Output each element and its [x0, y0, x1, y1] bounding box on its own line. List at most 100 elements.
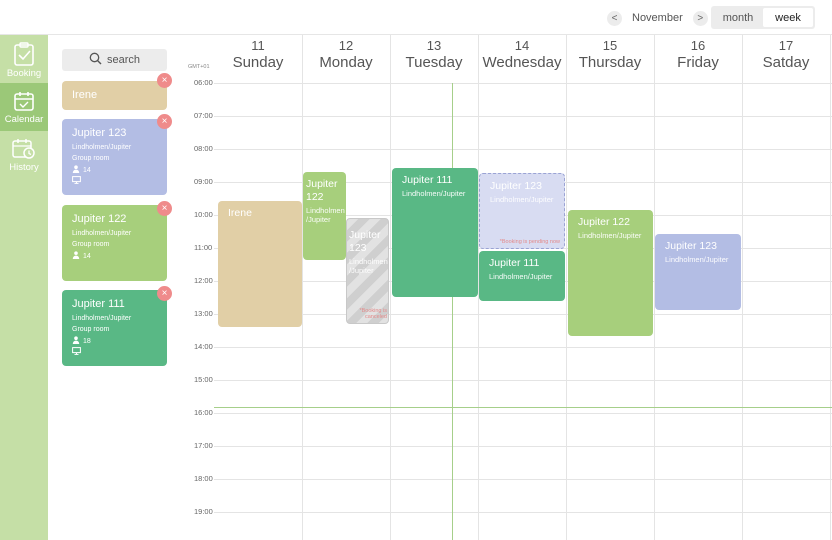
event-location: Lindholmen/Jupiter — [402, 189, 466, 198]
hour-gridline — [214, 83, 832, 84]
hour-gridline — [214, 347, 832, 348]
event-title: Jupiter 123 — [490, 180, 542, 192]
prev-month-button[interactable]: < — [607, 10, 622, 26]
resource-panel: search Irene × Jupiter 123 Lindholmen/Ju… — [48, 35, 188, 540]
event-title: Jupiter 111 — [489, 257, 540, 269]
resource-card-jupiter-122[interactable]: Jupiter 122 Lindholmen/Jupiter Group roo… — [62, 205, 167, 281]
day-header-friday[interactable]: 16 Friday — [654, 35, 742, 83]
event-jupiter-123-monday-cancelled[interactable]: Jupiter 123 Lindholmen /Jupiter *Booking… — [346, 218, 389, 324]
next-month-button[interactable]: > — [692, 10, 708, 26]
event-title: Jupiter 123 — [665, 240, 717, 252]
event-irene-sunday[interactable]: Irene — [218, 201, 302, 327]
day-name: Thursday — [578, 54, 642, 71]
event-location: Lindholmen/Jupiter — [489, 272, 553, 281]
hour-label: 14:00 — [194, 342, 213, 351]
event-location: Lindholmen/Jupiter — [665, 255, 729, 264]
resource-card-irene[interactable]: Irene — [62, 81, 167, 110]
day-separator — [566, 35, 567, 540]
screen-indicator — [72, 347, 157, 357]
week-view-button[interactable]: week — [763, 8, 813, 27]
search-input[interactable]: search — [62, 49, 167, 71]
resource-name: Jupiter 123 — [72, 127, 127, 139]
monitor-icon — [72, 176, 81, 186]
day-header-tuesday[interactable]: 13 Tuesday — [390, 35, 478, 83]
resource-name: Jupiter 122 — [72, 213, 127, 225]
day-name: Tuesday — [405, 54, 463, 71]
remove-resource-button[interactable]: × — [157, 201, 172, 216]
week-calendar: GMT+01 11 Sunday 12 Monday 13 Tuesday 14… — [188, 35, 832, 540]
event-location: Lindholmen /Jupiter — [306, 206, 345, 224]
event-jupiter-111-tuesday[interactable]: Jupiter 111 Lindholmen/Jupiter — [392, 168, 478, 297]
day-header-saturday[interactable]: 17 Satday — [742, 35, 830, 83]
calendar-icon — [13, 90, 35, 112]
day-number: 14 — [514, 38, 530, 53]
day-name: Monday — [319, 54, 373, 71]
top-bar: < November > month week — [0, 0, 832, 35]
day-name: Wednesday — [482, 54, 562, 71]
day-number: 15 — [602, 38, 618, 53]
resource-location: Lindholmen/Jupiter — [72, 230, 132, 237]
hour-label: 15:00 — [194, 375, 213, 384]
day-header-sunday[interactable]: 11 Sunday — [214, 35, 302, 83]
hour-gridline — [214, 512, 832, 513]
day-separator — [302, 35, 303, 540]
hour-label: 06:00 — [194, 78, 213, 87]
event-jupiter-122-monday[interactable]: Jupiter 122 Lindholmen /Jupiter — [303, 172, 346, 260]
hour-label: 12:00 — [194, 276, 213, 285]
hour-label: 10:00 — [194, 210, 213, 219]
hour-gridline — [214, 446, 832, 447]
monitor-icon — [72, 347, 81, 357]
nav-calendar-label: Calendar — [4, 114, 44, 125]
hour-gridline — [214, 149, 832, 150]
nav-history[interactable]: History — [0, 131, 48, 179]
day-number: 13 — [426, 38, 442, 53]
calendar-clock-icon — [12, 138, 36, 160]
capacity-value: 14 — [83, 166, 91, 174]
screen-indicator — [72, 176, 157, 186]
person-icon — [72, 251, 80, 261]
resource-card-jupiter-111[interactable]: Jupiter 111 Lindholmen/Jupiter Group roo… — [62, 290, 167, 366]
current-time-indicator — [214, 407, 832, 408]
current-day-indicator — [452, 83, 453, 540]
resource-type: Group room — [72, 241, 110, 248]
current-month-label: November — [632, 12, 683, 24]
event-jupiter-122-thursday[interactable]: Jupiter 122 Lindholmen/Jupiter — [568, 210, 653, 336]
hour-gridline — [214, 116, 832, 117]
nav-booking[interactable]: Booking — [0, 35, 48, 83]
day-header-monday[interactable]: 12 Monday — [302, 35, 390, 83]
event-title: Jupiter 122 — [578, 216, 630, 228]
day-header-thursday[interactable]: 15 Thursday — [566, 35, 654, 83]
resource-type: Group room — [72, 326, 110, 333]
hour-gridline — [214, 314, 832, 315]
remove-resource-button[interactable]: × — [157, 286, 172, 301]
day-name: Satday — [762, 54, 810, 71]
remove-resource-button[interactable]: × — [157, 73, 172, 88]
month-navigator: < November > — [607, 9, 708, 27]
resource-location: Lindholmen/Jupiter — [72, 315, 132, 322]
day-separator — [742, 35, 743, 540]
event-jupiter-111-wednesday[interactable]: Jupiter 111 Lindholmen/Jupiter — [479, 251, 565, 301]
event-location: Lindholmen /Jupiter — [349, 257, 388, 275]
event-title: Jupiter 111 — [402, 174, 453, 186]
hour-label: 17:00 — [194, 441, 213, 450]
hour-label: 07:00 — [194, 111, 213, 120]
nav-history-label: History — [9, 162, 39, 173]
nav-calendar[interactable]: Calendar — [0, 83, 48, 131]
hour-gridline — [214, 380, 832, 381]
event-jupiter-123-friday[interactable]: Jupiter 123 Lindholmen/Jupiter — [655, 234, 741, 310]
event-location: Lindholmen/Jupiter — [490, 195, 554, 204]
search-icon — [89, 52, 102, 68]
day-header-wednesday[interactable]: 14 Wednesday — [478, 35, 566, 83]
hour-label: 13:00 — [194, 309, 213, 318]
month-view-button[interactable]: month — [713, 8, 763, 27]
day-separator — [390, 35, 391, 540]
clipboard-check-icon — [13, 42, 35, 66]
remove-resource-button[interactable]: × — [157, 114, 172, 129]
event-jupiter-123-wednesday-pending[interactable]: Jupiter 123 Lindholmen/Jupiter *Booking … — [479, 173, 565, 249]
pending-note: *Booking is pending now — [499, 239, 560, 245]
left-navigation: Booking Calendar History — [0, 35, 48, 540]
resource-type: Group room — [72, 155, 110, 162]
search-placeholder: search — [106, 54, 141, 66]
resource-card-jupiter-123[interactable]: Jupiter 123 Lindholmen/Jupiter Group roo… — [62, 119, 167, 195]
person-icon — [72, 336, 80, 346]
